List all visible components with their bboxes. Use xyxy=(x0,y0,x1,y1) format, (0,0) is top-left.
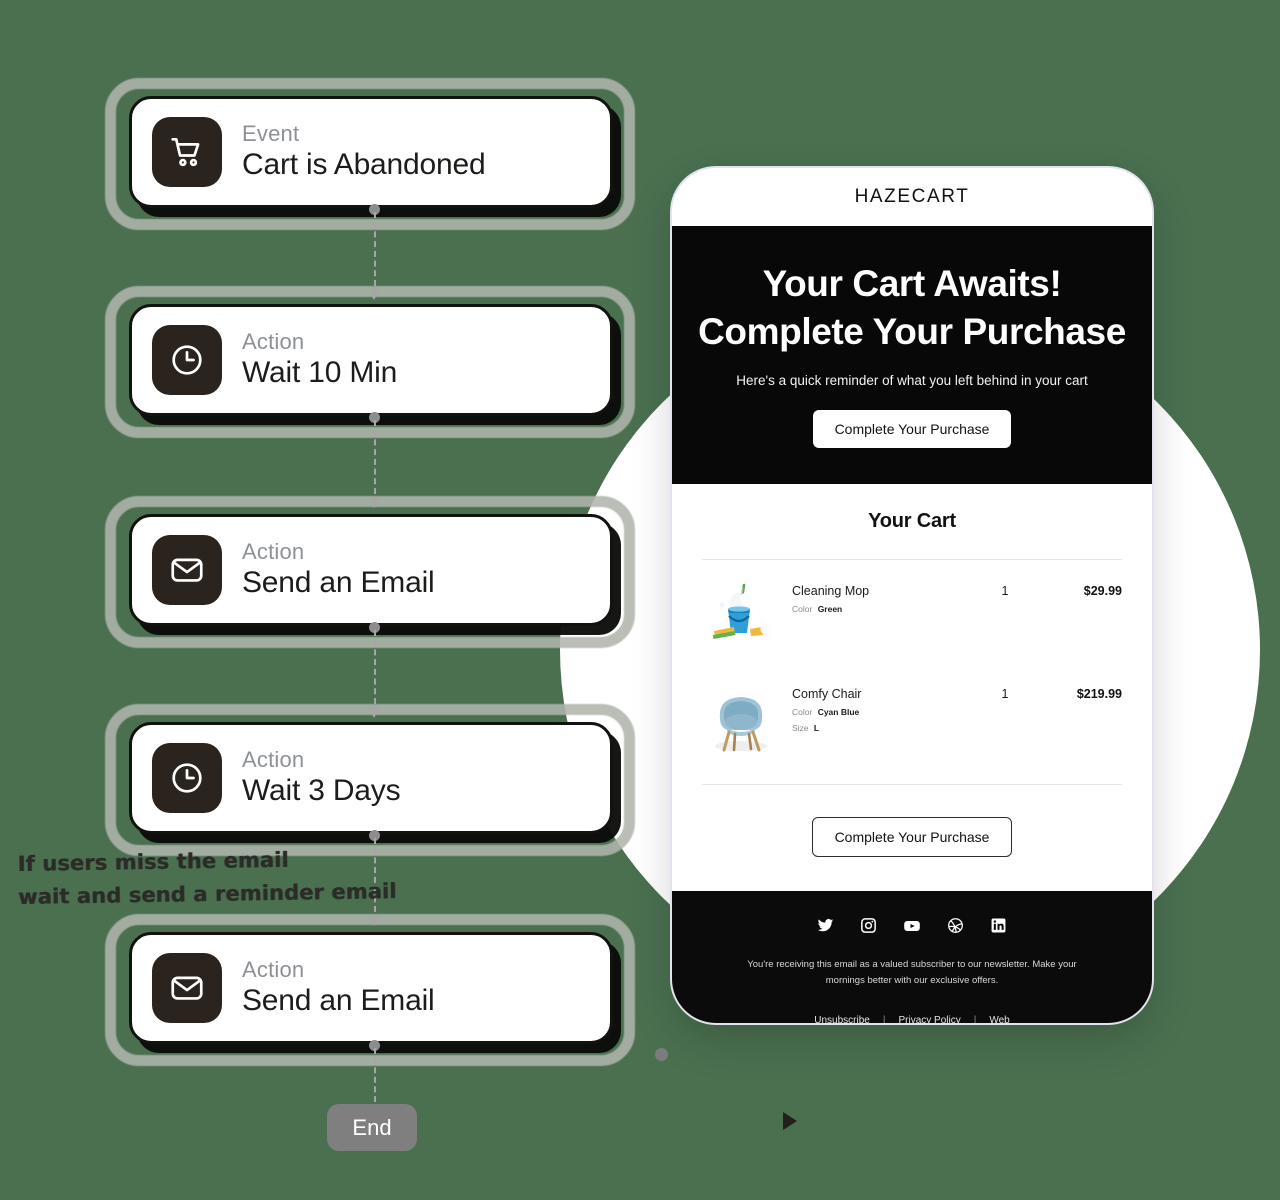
hero-cta-button[interactable]: Complete Your Purchase xyxy=(812,410,1012,449)
cart-item-name: Comfy Chair xyxy=(792,687,862,702)
node-kind-label: Action xyxy=(242,539,305,565)
cleaning-mop-bucket-image xyxy=(702,577,780,655)
dribbble-icon[interactable] xyxy=(947,917,964,935)
brand-name: HAZECART xyxy=(854,186,970,207)
attribute-label: Size xyxy=(792,723,809,734)
cart-item-quantity: 1 xyxy=(1001,584,1009,599)
connector-dashed-line xyxy=(373,420,376,494)
cart-item-row: Cleaning Mop Color Green 1 $29.99 xyxy=(702,560,1122,663)
stray-connector-dot xyxy=(655,1048,668,1061)
node-title-label: Send an Email xyxy=(242,984,435,1018)
node-kind-label: Action xyxy=(242,747,305,773)
clock-icon xyxy=(152,743,222,813)
email-footer: You're receiving this email as a valued … xyxy=(672,891,1152,1023)
youtube-icon[interactable] xyxy=(903,917,921,935)
cart-item-attribute: Color Green xyxy=(792,604,970,614)
email-brand-bar: HAZECART xyxy=(672,168,1152,226)
node-kind-label: Action xyxy=(242,329,305,355)
footer-link-unsubscribe[interactable]: Unsubscribe xyxy=(814,1015,870,1023)
attribute-value: Green xyxy=(817,604,843,615)
node-text: Action Send an Email xyxy=(242,957,435,1019)
node-text: Action Wait 3 Days xyxy=(242,747,401,809)
cart-item-attribute: Color Cyan Blue xyxy=(792,707,970,717)
flow-end-node[interactable]: End xyxy=(327,1104,417,1151)
cart-item-details: Cleaning Mop Color Green xyxy=(784,577,970,614)
annotation-line-2: wait and send a reminder email xyxy=(18,878,397,909)
cursor-pointer-icon xyxy=(783,1112,797,1130)
node-kind-label: Event xyxy=(242,121,300,147)
attribute-label: Color xyxy=(792,604,813,615)
footer-links: Unsubscribe | Privacy Policy | Web xyxy=(702,1015,1122,1023)
cart-item-attribute: Size L xyxy=(792,723,970,733)
connector-arrowhead xyxy=(368,497,380,508)
footer-link-privacy-policy[interactable]: Privacy Policy xyxy=(898,1015,960,1023)
cart-cta-button[interactable]: Complete Your Purchase xyxy=(811,817,1013,858)
cart-item-row: Comfy Chair Color Cyan Blue Size L 1 $21… xyxy=(702,663,1122,766)
node-kind-label: Action xyxy=(242,957,305,983)
connector-dashed-line xyxy=(373,212,376,286)
footer-link-web[interactable]: Web xyxy=(989,1015,1009,1023)
connector-arrowhead xyxy=(368,289,380,300)
footer-link-separator: | xyxy=(882,1014,886,1023)
node-card[interactable]: Action Wait 3 Days xyxy=(129,722,613,834)
shopping-cart-icon xyxy=(152,117,222,187)
flow-connector-1 xyxy=(367,204,381,300)
email-cart-section: Your Cart Cleaning Mop Color Green 1 $29… xyxy=(672,484,1152,892)
hero-heading-line-1: Your Cart Awaits! xyxy=(762,263,1062,304)
flow-annotation: If users miss the email wait and send a … xyxy=(18,842,397,913)
node-card[interactable]: Event Cart is Abandoned xyxy=(129,96,613,208)
attribute-value: L xyxy=(813,723,820,734)
footer-note: You're receiving this email as a valued … xyxy=(747,959,1077,986)
node-card[interactable]: Action Send an Email xyxy=(129,514,613,626)
email-hero-section: Your Cart Awaits! Complete Your Purchase… xyxy=(672,226,1152,485)
flow-connector-3 xyxy=(367,622,381,718)
attribute-label: Color xyxy=(792,707,813,718)
cart-item-quantity: 1 xyxy=(1001,687,1009,702)
linkedin-icon[interactable] xyxy=(990,917,1007,935)
connector-dashed-line xyxy=(373,630,376,704)
node-card[interactable]: Action Send an Email xyxy=(129,932,613,1044)
node-title-label: Wait 10 Min xyxy=(242,356,398,390)
instagram-icon[interactable] xyxy=(860,917,877,935)
connector-arrowhead xyxy=(368,707,380,718)
automation-flow: Event Cart is Abandoned Action Wait 10 M… xyxy=(0,0,660,1200)
blue-armchair-image xyxy=(702,680,780,758)
envelope-icon xyxy=(152,953,222,1023)
cart-item-details: Comfy Chair Color Cyan Blue Size L xyxy=(784,680,970,733)
email-preview-phone: HAZECART Your Cart Awaits! Complete Your… xyxy=(672,168,1152,1023)
hero-heading-line-2: Complete Your Purchase xyxy=(698,311,1126,353)
node-title-label: Send an Email xyxy=(242,566,435,600)
cart-cta-wrapper: Complete Your Purchase xyxy=(702,785,1122,891)
node-text: Action Send an Email xyxy=(242,539,435,601)
social-links xyxy=(702,917,1122,935)
flow-connector-2 xyxy=(367,412,381,508)
node-card[interactable]: Action Wait 10 Min xyxy=(129,304,613,416)
node-title-label: Wait 3 Days xyxy=(242,774,401,808)
email-hero-subheading: Here's a quick reminder of what you left… xyxy=(736,373,1088,389)
cart-item-price: $29.99 xyxy=(1083,584,1122,599)
node-title-label: Cart is Abandoned xyxy=(242,148,486,182)
attribute-value: Cyan Blue xyxy=(817,707,860,718)
flow-connector-5 xyxy=(367,1040,381,1104)
envelope-icon xyxy=(152,535,222,605)
connector-arrowhead xyxy=(368,915,380,926)
clock-icon xyxy=(152,325,222,395)
connector-dashed-line xyxy=(373,1048,376,1102)
twitter-icon[interactable] xyxy=(817,917,834,935)
cart-item-name: Cleaning Mop xyxy=(792,584,870,599)
cart-item-price: $219.99 xyxy=(1076,687,1122,702)
end-node-label: End xyxy=(352,1114,392,1140)
cart-section-title: Your Cart xyxy=(868,510,956,533)
footer-link-separator: | xyxy=(973,1014,977,1023)
node-text: Action Wait 10 Min xyxy=(242,329,397,391)
email-hero-heading: Your Cart Awaits! Complete Your Purchase xyxy=(698,260,1126,356)
node-text: Event Cart is Abandoned xyxy=(242,121,486,183)
